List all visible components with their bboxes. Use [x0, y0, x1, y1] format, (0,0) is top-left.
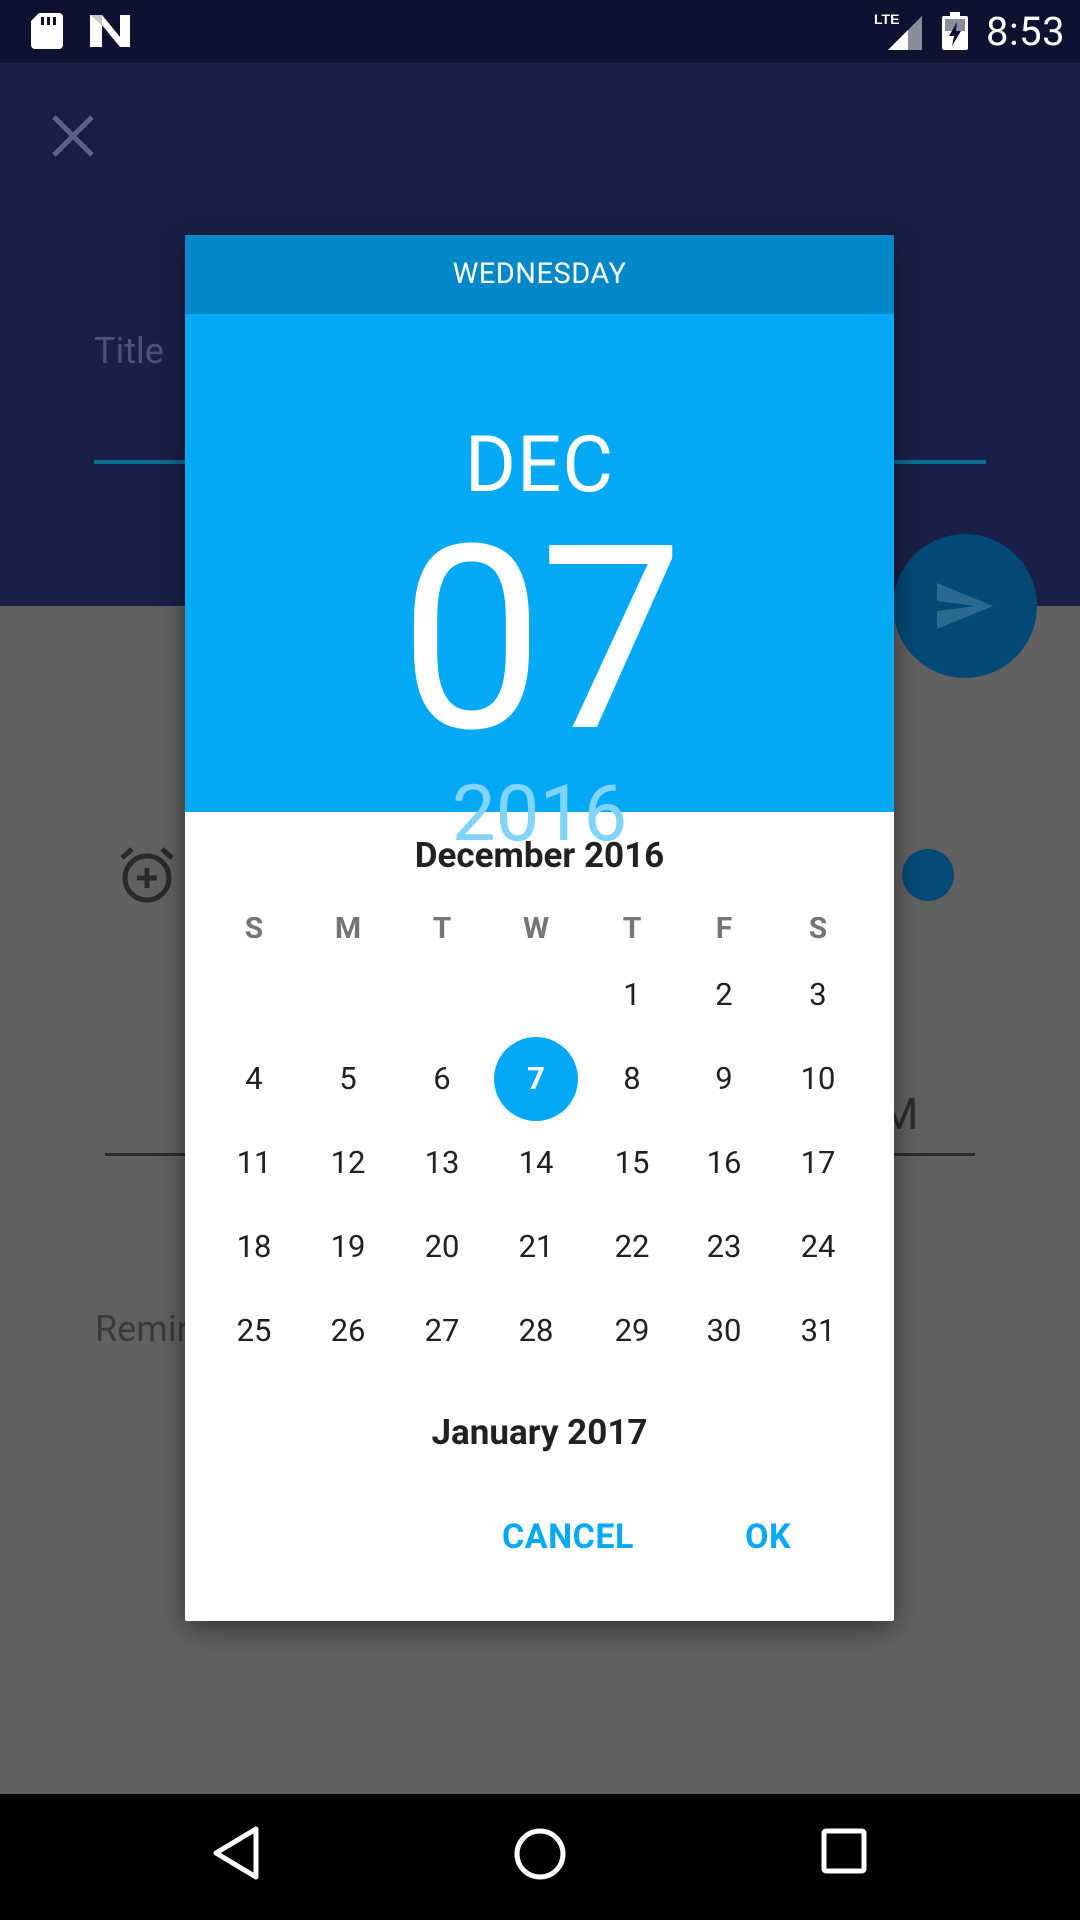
day-of-week-header: WEDNESDAY	[185, 235, 894, 314]
calendar-month-title: December 2016	[414, 835, 665, 876]
calendar-day[interactable]: 14	[494, 1121, 578, 1205]
clock: 8:53	[986, 8, 1066, 55]
calendar-day[interactable]: 31	[776, 1289, 860, 1373]
calendar-day[interactable]: 18	[212, 1205, 296, 1289]
calendar-day[interactable]: 9	[682, 1037, 766, 1121]
calendar-day[interactable]: 2	[682, 953, 766, 1037]
battery-charging-icon	[942, 12, 968, 50]
calendar-day[interactable]: 12	[306, 1121, 390, 1205]
calendar-day[interactable]: 5	[306, 1037, 390, 1121]
date-header: DEC 07 2016	[185, 314, 894, 860]
weekday-label: T	[622, 911, 642, 946]
toggle-switch[interactable]	[902, 849, 954, 901]
home-icon[interactable]	[513, 1827, 567, 1881]
send-icon	[937, 583, 993, 629]
status-bar: LTE 8:53	[0, 0, 1080, 63]
calendar-day[interactable]: 16	[682, 1121, 766, 1205]
calendar-day[interactable]: 17	[776, 1121, 860, 1205]
calendar-day[interactable]: 30	[682, 1289, 766, 1373]
selected-day[interactable]: 7	[494, 1037, 578, 1121]
next-month-title: January 2017	[431, 1412, 648, 1453]
sd-card-icon	[31, 13, 63, 49]
calendar-day[interactable]: 22	[590, 1205, 674, 1289]
calendar-day[interactable]: 29	[590, 1289, 674, 1373]
n-logo-icon	[90, 15, 130, 47]
calendar-day[interactable]: 13	[400, 1121, 484, 1205]
svg-text:LTE: LTE	[874, 11, 899, 27]
weekday-label: S	[808, 911, 828, 946]
calendar-day[interactable]: 11	[212, 1121, 296, 1205]
date-picker-dialog: WEDNESDAY DEC 07 2016 December 2016 S M …	[185, 235, 894, 1621]
calendar-day[interactable]: 15	[590, 1121, 674, 1205]
weekday-label: M	[334, 911, 362, 946]
calendar-day[interactable]: 1	[590, 953, 674, 1037]
calendar-day[interactable]: 23	[682, 1205, 766, 1289]
recents-icon[interactable]	[821, 1828, 867, 1874]
weekday-label: F	[715, 911, 733, 946]
weekday-label: W	[522, 911, 550, 946]
calendar-day[interactable]: 21	[494, 1205, 578, 1289]
alarm-add-icon[interactable]	[118, 846, 176, 904]
cancel-button[interactable]: CANCEL	[502, 1517, 634, 1557]
back-icon[interactable]	[211, 1825, 261, 1881]
header-day[interactable]: 07	[185, 512, 894, 768]
calendar-day[interactable]: 8	[590, 1037, 674, 1121]
calendar-day[interactable]: 19	[306, 1205, 390, 1289]
calendar-day[interactable]: 6	[400, 1037, 484, 1121]
title-field-label[interactable]: Title	[94, 330, 164, 372]
calendar-day[interactable]: 25	[212, 1289, 296, 1373]
close-icon[interactable]	[50, 113, 96, 159]
calendar-day[interactable]: 3	[776, 953, 860, 1037]
lte-signal-icon: LTE	[874, 11, 922, 50]
calendar-day[interactable]: 27	[400, 1289, 484, 1373]
reminder-label-partial: Remin	[95, 1308, 197, 1350]
weekday-label: S	[244, 911, 264, 946]
calendar-day[interactable]: 24	[776, 1205, 860, 1289]
navigation-bar	[0, 1794, 1080, 1920]
calendar-day[interactable]: 20	[400, 1205, 484, 1289]
calendar-day[interactable]: 26	[306, 1289, 390, 1373]
calendar-day[interactable]: 10	[776, 1037, 860, 1121]
calendar-day[interactable]: 28	[494, 1289, 578, 1373]
weekday-label: T	[432, 911, 452, 946]
calendar-day[interactable]: 4	[212, 1037, 296, 1121]
send-button[interactable]	[893, 534, 1037, 678]
ok-button[interactable]: OK	[745, 1517, 791, 1557]
